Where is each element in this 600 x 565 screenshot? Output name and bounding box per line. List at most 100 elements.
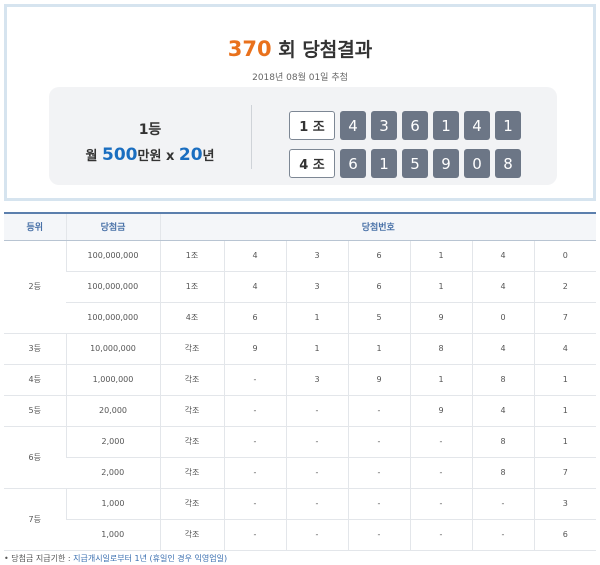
group-label: 1 조 xyxy=(289,111,335,140)
digit-cell: - xyxy=(285,426,348,458)
group-cell: 각조 xyxy=(159,519,224,551)
digit-cell: 4 xyxy=(533,333,597,365)
digit-cell: 3 xyxy=(285,240,348,272)
table-row: 3등 10,000,000 각조 9 1 1 8 4 4 xyxy=(4,333,597,365)
table-row: 7등 1,000 각조 - - - - -3 xyxy=(4,488,597,551)
first-prize-amount: 월 500만원 x 20년 xyxy=(49,145,251,165)
header-prize: 당첨금 xyxy=(65,212,160,241)
digit-cell: 9 xyxy=(409,395,472,427)
number-ball: 4 xyxy=(340,111,366,140)
digit-cell: 7 xyxy=(533,302,597,334)
digit-cell: - xyxy=(471,488,534,520)
digit-cell: 9 xyxy=(409,302,472,334)
digit-cell: 0 xyxy=(471,302,534,334)
digit-cell: 6 xyxy=(347,240,410,272)
number-ball: 8 xyxy=(495,149,521,178)
number-ball: 4 xyxy=(464,111,490,140)
panel-divider xyxy=(251,105,252,169)
footnote-value: 지급개시일로부터 1년 (휴일인 경우 익영업일) xyxy=(73,554,228,563)
digit-cell: 4 xyxy=(223,240,286,272)
prize-prefix: 월 xyxy=(85,149,102,164)
prize-cell: 100,000,000 xyxy=(66,271,160,303)
digit-cell: 4 xyxy=(471,271,534,303)
first-prize-summary: 1등 월 500만원 x 20년 xyxy=(49,87,251,185)
round-number: 370 xyxy=(227,37,272,61)
table-row: 2,000 각조 - - - -8 7 xyxy=(4,457,597,489)
digit-cell: - xyxy=(223,395,286,427)
header-numbers: 당첨번호 xyxy=(159,212,597,241)
digit-cell: - xyxy=(347,457,410,489)
number-ball: 6 xyxy=(402,111,428,140)
digit-cell: 8 xyxy=(471,426,534,458)
number-ball: 1 xyxy=(495,111,521,140)
digit-cell: 3 xyxy=(533,488,597,520)
draw-date: 2018년 08월 01일 추첨 xyxy=(252,73,348,83)
rank-cell: 6등 xyxy=(4,426,66,489)
number-ball: 6 xyxy=(340,149,366,178)
prize-cell: 10,000,000 xyxy=(65,333,160,365)
footnote-label: • 당첨금 지급기한 : xyxy=(4,554,74,563)
digit-cell: 1 xyxy=(347,333,410,365)
digit-cell: - xyxy=(347,488,410,520)
digit-cell: 9 xyxy=(347,364,410,396)
digit-cell: 6 xyxy=(223,302,286,334)
payout-deadline-note: • 당첨금 지급기한 : 지급개시일로부터 1년 (휴일인 경우 익영업일) xyxy=(4,553,227,564)
table-row: 2등 100,000,000 1조 4 3 6 1 4 0 xyxy=(4,240,597,334)
rank-cell: 4등 xyxy=(4,364,66,396)
digit-cell: - xyxy=(223,519,286,551)
number-ball: 3 xyxy=(371,111,397,140)
rank-cell: 5등 xyxy=(4,395,66,427)
digit-cell: 6 xyxy=(533,519,597,551)
table-row: 4등 1,000,000 각조 -3 9 1 8 1 xyxy=(4,364,597,396)
draw-result-box: 370 회 당첨결과 2018년 08월 01일 추첨 1등 월 500만원 x… xyxy=(4,4,596,201)
prize-years-unit: 년 xyxy=(202,149,215,164)
digit-cell: 1 xyxy=(409,271,472,303)
digit-cell: 1 xyxy=(285,302,348,334)
digit-cell: 4 xyxy=(471,240,534,272)
digit-cell: - xyxy=(409,488,472,520)
table-row: 100,000,000 4조 6 1 5 9 0 7 xyxy=(4,302,597,334)
prize-cell: 100,000,000 xyxy=(66,302,160,334)
digit-cell: - xyxy=(471,519,534,551)
digit-cell: 1 xyxy=(285,333,348,365)
prize-cell: 100,000,000 xyxy=(65,240,160,272)
digit-cell: 9 xyxy=(223,333,286,365)
digit-cell: 8 xyxy=(409,333,472,365)
digit-cell: 1 xyxy=(409,364,472,396)
digit-cell: - xyxy=(347,395,410,427)
table-row: 100,000,000 1조 4 3 6 1 4 2 xyxy=(4,271,597,303)
prize-amount-unit: 만원 x xyxy=(137,149,179,164)
digit-cell: 2 xyxy=(533,271,597,303)
group-cell: 각조 xyxy=(159,364,224,396)
number-ball: 1 xyxy=(433,111,459,140)
digit-cell: - xyxy=(347,426,410,458)
number-ball: 5 xyxy=(402,149,428,178)
table-row: 6등 2,000 각조 - - - -8 1 xyxy=(4,426,597,489)
group-cell: 각조 xyxy=(159,488,224,520)
digit-cell: - xyxy=(285,488,348,520)
digit-cell: - xyxy=(223,457,286,489)
digit-cell: 7 xyxy=(533,457,597,489)
digit-cell: - xyxy=(223,364,286,396)
digit-cell: - xyxy=(409,457,472,489)
first-prize-rank: 1등 xyxy=(138,122,162,138)
group-cell: 1조 xyxy=(159,240,224,272)
group-label: 4 조 xyxy=(289,149,335,178)
digit-cell: 1 xyxy=(533,364,597,396)
digit-cell: 4 xyxy=(471,395,534,427)
digit-cell: - xyxy=(285,395,348,427)
prize-cell: 1,000 xyxy=(65,488,160,520)
digit-cell: 3 xyxy=(285,271,348,303)
group-cell: 1조 xyxy=(159,271,224,303)
prize-years: 20 xyxy=(178,145,203,165)
digit-cell: 1 xyxy=(409,240,472,272)
rank-cell: 3등 xyxy=(4,333,66,365)
first-prize-panel: 1등 월 500만원 x 20년 1 조 4 3 6 1 4 1 4 조 6 1… xyxy=(49,87,557,185)
number-ball: 0 xyxy=(464,149,490,178)
digit-cell: - xyxy=(223,426,286,458)
digit-cell: 4 xyxy=(223,271,286,303)
table-row: 1,000 각조 - - - - -6 xyxy=(4,519,597,551)
digit-cell: 0 xyxy=(533,240,597,272)
page-title: 370 회 당첨결과 xyxy=(7,35,593,62)
group-cell: 각조 xyxy=(159,426,224,458)
